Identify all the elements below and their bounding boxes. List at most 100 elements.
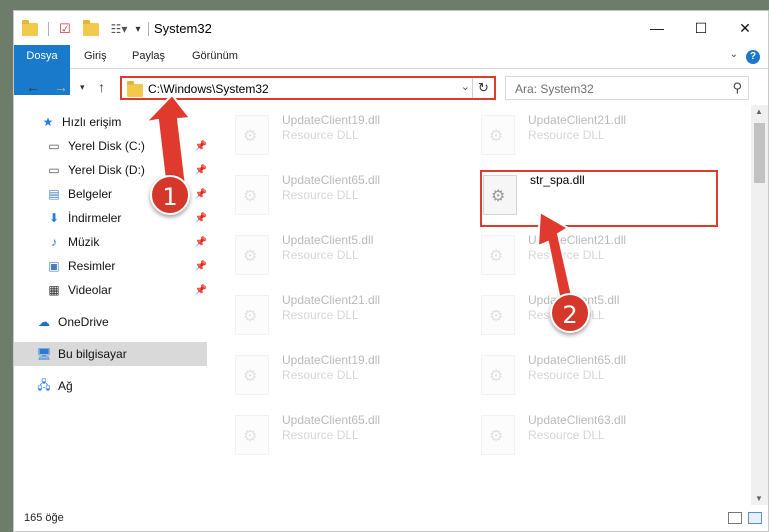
chevron-down-icon[interactable]: ▾ [135,24,140,35]
address-bar[interactable]: C:\Windows\System32 ⌄ ↻ [120,76,496,100]
sidebar-item-muzik[interactable]: ♪ Müzik 📌 [14,230,207,254]
sidebar-item-label: Yerel Disk (C:) [68,139,145,153]
item-count: 165 öğe [24,512,64,524]
dll-file-icon: ⚙ [481,355,515,395]
file-item[interactable]: ⚙ UpdateClient19.dll Resource DLL [235,109,475,159]
maximize-button[interactable]: ☐ [678,11,724,45]
navigation-pane: ★ Hızlı erişim ▭ Yerel Disk (C:) 📌 ▭ Yer… [14,105,207,505]
address-path: C:\Windows\System32 [148,82,269,96]
customize-icon[interactable]: ☷▾ [111,22,128,36]
tab-paylas[interactable]: Paylaş [126,45,171,68]
file-list: ⚙ UpdateClient19.dll Resource DLL ⚙ Upda… [207,105,744,505]
vertical-scrollbar[interactable]: ▲ ▼ [751,105,768,505]
file-item[interactable]: ⚙ UpdateClient5.dll Resource DLL [481,289,721,339]
file-name: UpdateClient63.dll [528,413,627,427]
dll-file-icon: ⚙ [235,415,269,455]
sidebar-item-label: Ağ [58,379,73,393]
dll-file-icon: ⚙ [481,115,515,155]
documents-icon: ▤ [48,187,60,201]
pin-icon[interactable]: 📌 [195,141,207,152]
search-input[interactable]: Ara: System32 ⚲ [505,76,749,100]
tab-gorunum[interactable]: Görünüm [186,45,244,68]
file-type: Resource DLL [282,368,359,382]
file-item[interactable]: ⚙ UpdateClient63.dll Resource DLL [481,409,721,459]
recent-locations-icon[interactable]: ▾ [80,82,85,93]
gear-icon: ⚙ [489,308,504,325]
file-name: UpdateClient19.dll [282,113,381,127]
file-name: UpdateClient65.dll [528,353,627,367]
dll-file-icon: ⚙ [235,295,269,335]
file-item[interactable]: ⚙ UpdateClient65.dll Resource DLL [235,169,475,219]
file-item[interactable]: ⚙ UpdateClient21.dll Resource DLL [235,289,475,339]
pin-icon[interactable]: 📌 [195,237,207,248]
sidebar-item-videolar[interactable]: ▦ Videolar 📌 [14,278,207,302]
new-folder-icon[interactable] [82,19,99,36]
scroll-down-icon[interactable]: ▼ [755,494,763,503]
dll-file-icon: ⚙ [235,355,269,395]
sidebar-item-label: İndirmeler [68,211,122,225]
gear-icon: ⚙ [489,128,504,145]
file-type: Resource DLL [528,428,605,442]
file-item[interactable]: ⚙ UpdateClient65.dll Resource DLL [235,409,475,459]
sidebar-item-resimler[interactable]: ▣ Resimler 📌 [14,254,207,278]
pin-icon[interactable]: 📌 [195,165,207,176]
file-type: Resource DLL [282,188,359,202]
dll-file-icon: ⚙ [235,115,269,155]
pin-icon[interactable]: 📌 [195,213,207,224]
dll-file-icon: ⚙ [481,235,515,275]
step-1-badge: 1 [150,175,190,215]
file-name: UpdateClient65.dll [282,413,381,427]
chevron-down-icon[interactable]: ⌄ [461,80,470,93]
sidebar-item-hizli-erisim[interactable]: ★ Hızlı erişim [14,110,207,134]
file-item[interactable]: ⚙ UpdateClient65.dll Resource DLL [481,349,721,399]
folder-icon [127,81,143,97]
pin-icon[interactable]: 📌 [195,189,207,200]
file-item[interactable]: ⚙ UpdateClient21.dll Resource DLL [481,229,721,279]
expand-ribbon-icon[interactable]: ⌄ [730,49,738,60]
file-name: UpdateClient21.dll [528,233,627,247]
gear-icon: ⚙ [243,248,258,265]
sidebar-item-yerel-disk-c[interactable]: ▭ Yerel Disk (C:) 📌 [14,134,207,158]
dll-file-icon: ⚙ [481,415,515,455]
forward-arrow-icon[interactable]: → [54,79,68,95]
file-item[interactable]: ⚙ UpdateClient21.dll Resource DLL [481,109,721,159]
divider [48,22,49,36]
details-view-icon[interactable] [728,512,742,524]
pin-icon[interactable]: 📌 [195,285,207,296]
pin-icon[interactable]: 📌 [195,261,207,272]
search-icon: ⚲ [732,80,742,95]
help-icon[interactable]: ? [746,50,760,64]
sidebar-item-label: Resimler [68,259,116,273]
large-icons-view-icon[interactable] [748,512,762,524]
sidebar-item-ag[interactable]: 🖧 Ağ [14,374,207,398]
sidebar-item-onedrive[interactable]: ☁ OneDrive [14,310,207,334]
navigation-bar: ← → ▾ ↑ C:\Windows\System32 ⌄ ↻ Ara: Sys… [14,69,768,105]
file-item[interactable]: ⚙ UpdateClient5.dll Resource DLL [235,229,475,279]
close-button[interactable]: ✕ [722,11,768,45]
refresh-icon[interactable]: ↻ [472,78,494,98]
ribbon-tabs: Dosya Giriş Paylaş Görünüm ⌄ ? [14,45,768,95]
file-name: UpdateClient19.dll [282,353,381,367]
file-name: UpdateClient21.dll [282,293,381,307]
download-icon: ⬇ [48,211,60,225]
minimize-button[interactable]: — [634,11,680,45]
up-arrow-icon[interactable]: ↑ [98,79,105,95]
tab-giris[interactable]: Giriş [78,45,113,68]
file-item[interactable]: ⚙ UpdateClient19.dll Resource DLL [235,349,475,399]
video-icon: ▦ [48,283,60,297]
file-name: UpdateClient21.dll [528,113,627,127]
gear-icon: ⚙ [243,188,258,205]
computer-icon: 🖥 [36,347,52,361]
divider [148,22,150,36]
back-arrow-icon[interactable]: ← [26,79,40,95]
scroll-up-icon[interactable]: ▲ [755,107,763,116]
gear-icon: ⚙ [489,428,504,445]
gear-icon: ⚙ [243,428,258,445]
sidebar-item-label: Belgeler [68,187,113,201]
sidebar-item-bu-bilgisayar[interactable]: 🖥 Bu bilgisayar [14,342,207,366]
window-title: System32 [154,21,212,36]
properties-icon[interactable]: ☑ [59,21,71,37]
gear-icon: ⚙ [489,368,504,385]
scrollbar-thumb[interactable] [754,123,765,183]
sidebar-item-label: Yerel Disk (D:) [68,163,145,177]
